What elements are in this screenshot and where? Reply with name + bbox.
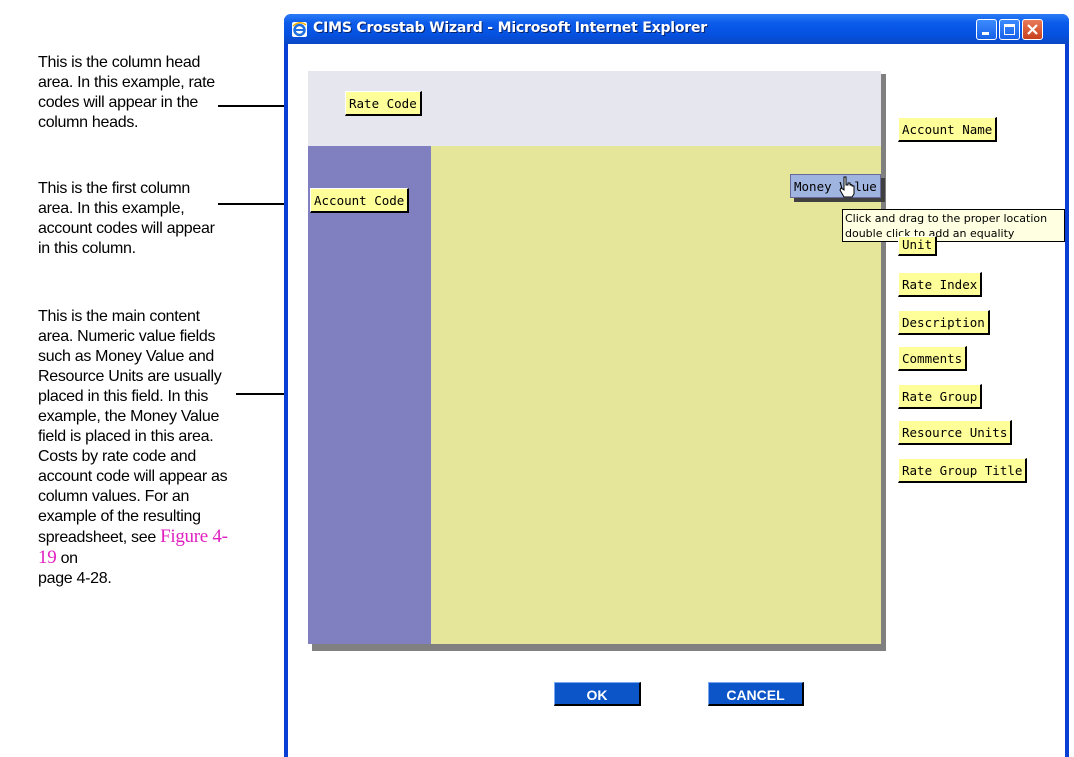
- hand-cursor-icon: [839, 176, 855, 198]
- close-icon: [1027, 24, 1038, 35]
- field-unit[interactable]: Unit: [898, 236, 938, 256]
- cancel-button[interactable]: CANCEL: [708, 682, 804, 706]
- window-title: CIMS Crosstab Wizard - Microsoft Interne…: [313, 20, 707, 36]
- tooltip-line-1: Click and drag to the proper location: [845, 212, 1048, 225]
- first-column-drop-zone[interactable]: [308, 146, 431, 644]
- annotation-main-content-text: This is the main content area. Numeric v…: [38, 308, 228, 546]
- field-rate-group[interactable]: Rate Group: [898, 384, 983, 409]
- maximize-icon: [1004, 24, 1015, 35]
- tooltip-line-2: double click to add an equality: [845, 227, 1015, 240]
- main-content-drop-zone[interactable]: [431, 146, 881, 644]
- field-account-code[interactable]: Account Code: [310, 188, 410, 213]
- ie-window: CIMS Crosstab Wizard - Microsoft Interne…: [284, 14, 1069, 757]
- minimize-icon: [982, 32, 989, 35]
- ok-button[interactable]: OK: [554, 682, 641, 706]
- field-description[interactable]: Description: [898, 310, 990, 335]
- ie-icon: [292, 22, 307, 37]
- close-button[interactable]: [1022, 19, 1043, 40]
- field-account-name[interactable]: Account Name: [898, 117, 998, 142]
- annotation-column-head: This is the column head area. In this ex…: [38, 54, 215, 131]
- field-resource-units[interactable]: Resource Units: [898, 420, 1013, 445]
- field-comments[interactable]: Comments: [898, 346, 968, 371]
- field-rate-code[interactable]: Rate Code: [345, 91, 422, 116]
- field-rate-group-title[interactable]: Rate Group Title: [898, 458, 1028, 483]
- annotation-first-column: This is the first column area. In this e…: [38, 180, 215, 257]
- drag-tooltip: Click and drag to the proper location do…: [842, 209, 1065, 242]
- drop-zone-shadow-bottom: [312, 644, 886, 651]
- drop-zone-shadow: [881, 74, 886, 651]
- annotation-main-content: This is the main content area. Numeric v…: [38, 307, 238, 589]
- wizard-client-area: Rate Code Account Code Money Value Click…: [288, 44, 1065, 757]
- maximize-button[interactable]: [999, 19, 1020, 40]
- annotation-page-ref: page 4-28.: [38, 570, 112, 587]
- field-rate-index[interactable]: Rate Index: [898, 272, 983, 297]
- annotation-on-text: on: [60, 550, 79, 567]
- title-bar[interactable]: CIMS Crosstab Wizard - Microsoft Interne…: [284, 14, 1069, 44]
- field-money-value-dragging[interactable]: Money Value: [790, 174, 881, 198]
- minimize-button[interactable]: [976, 19, 997, 40]
